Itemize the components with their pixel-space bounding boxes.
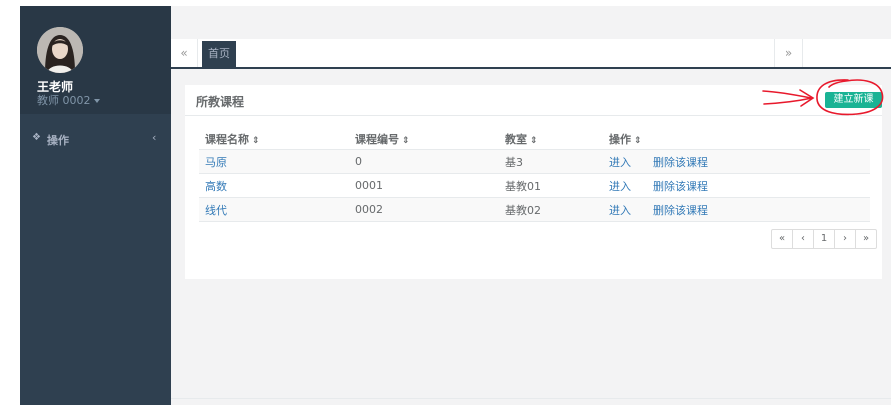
screen: 王老师 教师 0002 ❖ 操作 ‹ « 首页 » 所教课程 建立新课程 课程名… — [0, 0, 891, 405]
sidebar: 王老师 教师 0002 ❖ 操作 ‹ — [20, 6, 171, 405]
page-last-button[interactable]: » — [856, 230, 876, 248]
tab-bar: « 首页 » — [171, 39, 891, 69]
delete-course-link[interactable]: 删除该课程 — [653, 156, 708, 169]
sidebar-item-operations[interactable]: ❖ 操作 ‹ — [20, 128, 171, 154]
table-header-row: 课程名称 ⇕ 课程编号 ⇕ 教室 ⇕ 操作 ⇕ — [199, 129, 870, 150]
table-row: 线代 0002 基教02 进入 删除该课程 — [199, 197, 870, 222]
sort-icon: ⇕ — [530, 136, 538, 146]
home-icon: ❖ — [32, 132, 41, 143]
table-row: 高数 0001 基教01 进入 删除该课程 — [199, 173, 870, 198]
column-header-course-name[interactable]: 课程名称 ⇕ — [199, 129, 349, 150]
sort-icon: ⇕ — [402, 136, 410, 146]
caret-down-icon — [93, 99, 100, 103]
bottom-divider — [171, 398, 891, 399]
main-content: « 首页 » 所教课程 建立新课程 课程名称 ⇕ 课程编号 ⇕ 教室 ⇕ 操作 ⇕ — [171, 6, 891, 405]
top-bar — [171, 6, 891, 39]
panel-title: 所教课程 — [196, 95, 245, 109]
course-name-link[interactable]: 高数 — [205, 180, 227, 193]
avatar[interactable] — [37, 27, 83, 73]
course-name-link[interactable]: 线代 — [205, 204, 227, 217]
user-role-dropdown[interactable]: 教师 0002 — [37, 92, 100, 108]
panel-header: 所教课程 建立新课程 — [185, 85, 882, 121]
avatar-image — [37, 27, 83, 73]
column-header-classroom[interactable]: 教室 ⇕ — [499, 129, 603, 150]
course-room: 基3 — [499, 149, 603, 174]
delete-course-link[interactable]: 删除该课程 — [653, 204, 708, 217]
enter-course-link[interactable]: 进入 — [609, 156, 631, 169]
delete-course-link[interactable]: 删除该课程 — [653, 180, 708, 193]
pagination: « ‹ 1 › » — [771, 229, 877, 249]
sort-icon: ⇕ — [252, 136, 260, 146]
course-code: 0 — [349, 149, 499, 174]
courses-table: 课程名称 ⇕ 课程编号 ⇕ 教室 ⇕ 操作 ⇕ 马原 0 基3 进入 删除该课程 高数 — [199, 129, 870, 222]
page-prev-button[interactable]: ‹ — [793, 230, 814, 248]
column-header-course-code[interactable]: 课程编号 ⇕ — [349, 129, 499, 150]
chevron-left-icon: ‹ — [152, 131, 157, 144]
user-role-label: 教师 0002 — [37, 94, 91, 107]
sort-icon: ⇕ — [634, 136, 642, 146]
course-code: 0002 — [349, 197, 499, 222]
tab-scroll-left-button[interactable]: « — [171, 39, 198, 67]
profile-header: 王老师 教师 0002 — [20, 6, 171, 114]
page-first-button[interactable]: « — [772, 230, 793, 248]
table-row: 马原 0 基3 进入 删除该课程 — [199, 149, 870, 174]
create-course-button[interactable]: 建立新课程 — [825, 92, 882, 121]
page-next-button[interactable]: › — [835, 230, 856, 248]
enter-course-link[interactable]: 进入 — [609, 180, 631, 193]
sidebar-item-label: 操作 — [47, 134, 69, 147]
courses-panel: 所教课程 建立新课程 课程名称⇕ 课程编号⇕ 教室⇕ 操作⇕ 马原 0 — [185, 85, 882, 279]
column-header-actions[interactable]: 操作 ⇕ — [603, 129, 870, 150]
course-name-link[interactable]: 马原 — [205, 156, 227, 169]
course-room: 基教02 — [499, 197, 603, 222]
enter-course-link[interactable]: 进入 — [609, 204, 631, 217]
course-room: 基教01 — [499, 173, 603, 198]
tab-home[interactable]: 首页 — [202, 41, 236, 67]
page-number-button[interactable]: 1 — [814, 230, 835, 248]
tab-scroll-right-button[interactable]: » — [774, 39, 803, 67]
course-code: 0001 — [349, 173, 499, 198]
